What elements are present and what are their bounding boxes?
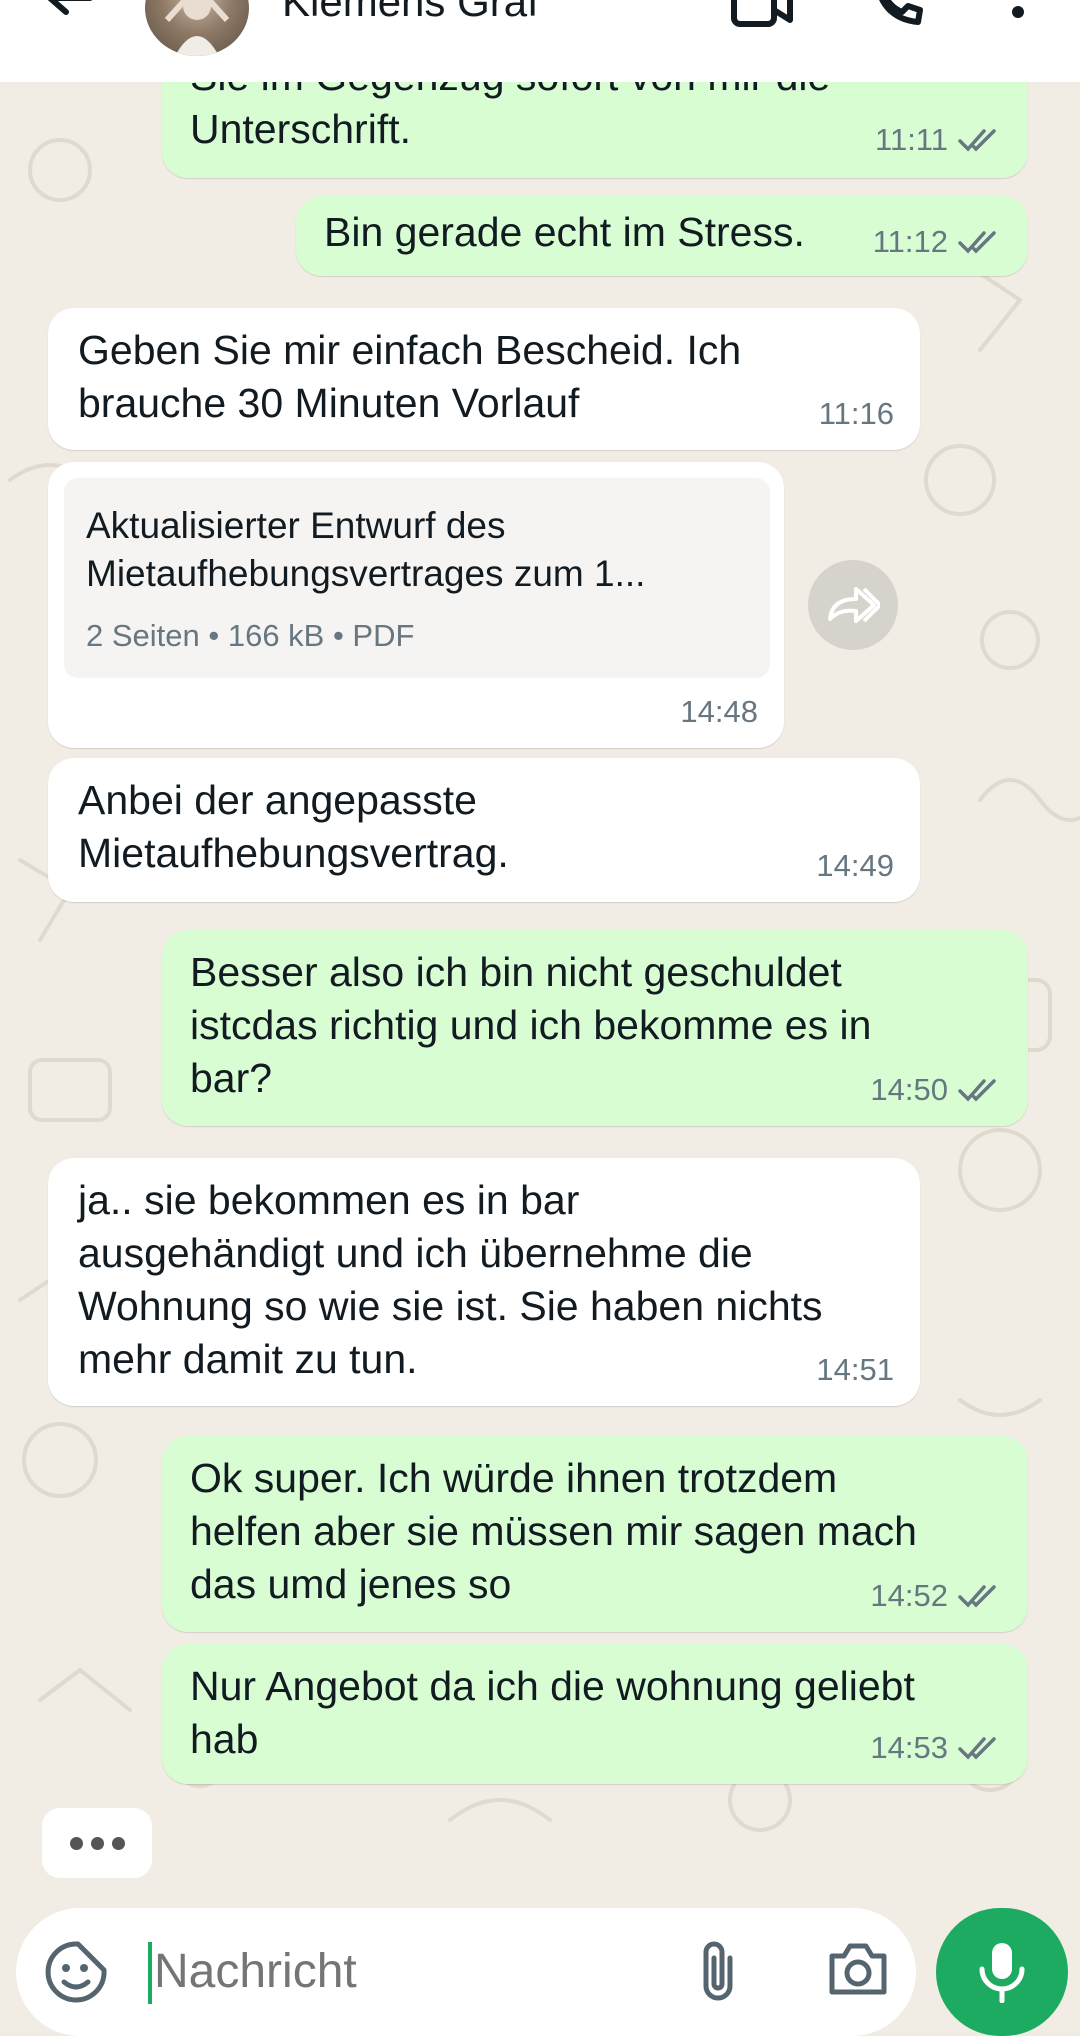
message-time: 11:11 xyxy=(875,122,948,157)
message-text: Bin gerade echt im Stress. xyxy=(324,209,805,255)
message-time: 14:48 xyxy=(680,694,758,729)
typing-indicator xyxy=(42,1808,152,1878)
message-bubble-outgoing[interactable]: Bin gerade echt im Stress. 11:12 xyxy=(296,196,1028,276)
message-time: 14:52 xyxy=(870,1578,948,1613)
typing-dot xyxy=(111,1836,125,1850)
message-bubble-outgoing[interactable]: Nur Angebot da ich die wohnung geliebt h… xyxy=(162,1644,1028,1784)
message-meta: 11:11 xyxy=(875,113,1002,166)
microphone-icon xyxy=(979,1943,1025,2003)
message-meta: 14:51 xyxy=(816,1343,894,1396)
double-check-icon xyxy=(958,230,996,254)
forward-button[interactable] xyxy=(808,560,898,650)
typing-dot xyxy=(69,1836,83,1850)
document-info: 2 Seiten • 166 kB • PDF xyxy=(86,618,415,653)
message-text: Anbei der angepasste Mietaufhebungsvertr… xyxy=(78,777,509,876)
message-time: 14:51 xyxy=(816,1352,894,1387)
camera-icon[interactable] xyxy=(826,1942,890,1998)
message-bubble-outgoing[interactable]: Ok super. Ich würde ihnen trotzdem helfe… xyxy=(162,1436,1028,1632)
message-input[interactable] xyxy=(134,1936,714,2006)
arrow-left-icon[interactable] xyxy=(40,0,100,36)
double-check-icon xyxy=(958,1078,996,1102)
double-check-icon xyxy=(958,128,996,152)
message-bubble-incoming[interactable]: ja.. sie bekommen es in bar ausgehändigt… xyxy=(48,1158,920,1406)
document-card[interactable]: Aktualisierter Entwurf des Mietaufhebung… xyxy=(64,478,770,678)
message-meta: 14:49 xyxy=(816,839,894,892)
chat-header: Klemens Graf xyxy=(0,0,1080,82)
message-meta: 14:50 xyxy=(870,1063,1002,1116)
double-check-icon xyxy=(958,1736,996,1760)
message-meta: 11:12 xyxy=(873,215,1002,268)
microphone-button[interactable] xyxy=(936,1908,1068,2036)
message-text: Ok super. Ich würde ihnen trotzdem helfe… xyxy=(190,1455,917,1607)
message-time: 14:53 xyxy=(870,1730,948,1765)
message-text: ja.. sie bekommen es in bar ausgehändigt… xyxy=(78,1177,823,1382)
message-text: Besser also ich bin nicht geschuldet ist… xyxy=(190,949,872,1101)
message-time: 14:50 xyxy=(870,1072,948,1107)
phone-icon[interactable] xyxy=(870,0,924,30)
message-text: Geben Sie mir einfach Bescheid. Ich brau… xyxy=(78,327,742,426)
video-call-icon[interactable] xyxy=(730,0,794,30)
avatar[interactable] xyxy=(145,0,249,56)
double-check-icon xyxy=(958,1584,996,1608)
message-meta: 14:48 xyxy=(680,685,758,738)
typing-dot xyxy=(90,1836,104,1850)
message-meta: 14:53 xyxy=(870,1721,1002,1774)
message-text: Nur Angebot da ich die wohnung geliebt h… xyxy=(190,1663,915,1762)
forward-icon xyxy=(828,587,880,623)
contact-name[interactable]: Klemens Graf xyxy=(282,0,539,26)
message-bubble-incoming[interactable]: Geben Sie mir einfach Bescheid. Ich brau… xyxy=(48,308,920,450)
message-time: 11:12 xyxy=(872,224,948,259)
message-bubble-incoming[interactable]: Anbei der angepasste Mietaufhebungsvertr… xyxy=(48,758,920,902)
message-meta: 14:52 xyxy=(870,1569,1002,1622)
sticker-smiley-icon[interactable] xyxy=(44,1940,108,2004)
message-bubble-outgoing[interactable]: Besser also ich bin nicht geschuldet ist… xyxy=(162,930,1028,1126)
more-vertical-icon[interactable] xyxy=(1004,0,1032,30)
message-composer xyxy=(16,1908,916,2036)
document-title: Aktualisierter Entwurf des Mietaufhebung… xyxy=(86,505,646,594)
message-time: 11:16 xyxy=(818,396,894,431)
message-meta: 11:16 xyxy=(819,387,894,440)
message-time: 14:49 xyxy=(816,848,894,883)
paperclip-icon[interactable] xyxy=(696,1938,740,2004)
